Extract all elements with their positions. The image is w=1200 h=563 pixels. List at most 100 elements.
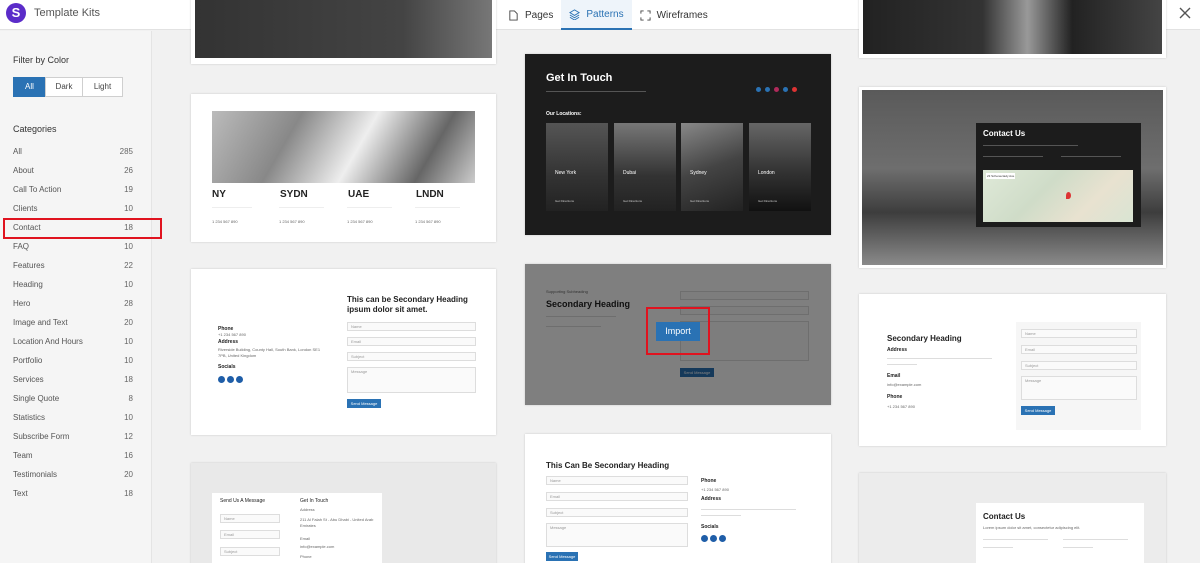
- category-name: Image and Text: [13, 318, 68, 327]
- subject-field[interactable]: Subject: [220, 547, 280, 556]
- subject-field[interactable]: Subject: [546, 508, 688, 517]
- subject-field[interactable]: Subject: [347, 352, 476, 361]
- facebook-icon[interactable]: [218, 376, 225, 383]
- send-message-button[interactable]: Send Message: [546, 552, 578, 561]
- pattern-card-contact-us-dark[interactable]: Contact Us 23 Schenectady Ave: [859, 87, 1166, 268]
- category-item[interactable]: Call To Action 19: [0, 181, 152, 200]
- facebook-icon[interactable]: [756, 87, 761, 92]
- category-count: 285: [119, 147, 133, 156]
- category-item[interactable]: Text 18: [0, 485, 152, 504]
- filter-all-button[interactable]: All: [13, 77, 46, 97]
- category-item[interactable]: Location And Hours 10: [0, 333, 152, 352]
- section-heading: This Can Be Secondary Heading: [546, 461, 670, 470]
- pattern-card-contact-us-light[interactable]: Contact Us Lorem ipsum dolor sit amet, c…: [859, 473, 1166, 563]
- category-item-contact[interactable]: Contact 18: [3, 218, 162, 239]
- tab-wireframes[interactable]: Wireframes: [632, 0, 716, 30]
- pattern-card[interactable]: [191, 0, 496, 64]
- category-count: 10: [124, 413, 133, 422]
- contact-panel: Contact Us 23 Schenectady Ave: [976, 123, 1141, 227]
- message-field[interactable]: Message: [546, 523, 688, 547]
- category-item[interactable]: Features 22: [0, 257, 152, 276]
- pattern-card-secondary-heading-2[interactable]: This Can Be Secondary Heading Name Email…: [525, 434, 831, 563]
- category-item[interactable]: Statistics 10: [0, 409, 152, 428]
- tab-pages[interactable]: Pages: [500, 0, 561, 30]
- text-placeholder: [887, 358, 992, 359]
- category-item[interactable]: Hero 28: [0, 295, 152, 314]
- category-count: 18: [124, 489, 133, 498]
- category-item[interactable]: Subscribe Form 12: [0, 428, 152, 447]
- youtube-icon[interactable]: [792, 87, 797, 92]
- import-button[interactable]: Import: [656, 322, 700, 341]
- category-count: 16: [124, 451, 133, 460]
- directions-link[interactable]: Get Directions: [555, 199, 574, 203]
- message-field[interactable]: Message: [347, 367, 476, 393]
- text-placeholder: [701, 515, 741, 516]
- directions-link[interactable]: Get Directions: [758, 199, 777, 203]
- directions-link[interactable]: Get Directions: [623, 199, 642, 203]
- name-field[interactable]: Name: [220, 514, 280, 523]
- twitter-icon[interactable]: [765, 87, 770, 92]
- instagram-icon[interactable]: [774, 87, 779, 92]
- twitter-icon[interactable]: [236, 376, 243, 383]
- send-message-button[interactable]: Send Message: [347, 399, 381, 408]
- category-item[interactable]: About 26: [0, 162, 152, 181]
- name-field[interactable]: Name: [546, 476, 688, 485]
- pattern-card-secondary-heading-3[interactable]: Secondary Heading Address Email info@exa…: [859, 294, 1166, 446]
- instagram-icon[interactable]: [227, 376, 234, 383]
- email-field[interactable]: Email: [1021, 345, 1137, 354]
- tab-label: Pages: [525, 9, 554, 21]
- category-name: Heading: [13, 280, 43, 289]
- category-count: 12: [124, 432, 133, 441]
- facebook-icon[interactable]: [701, 535, 708, 542]
- filter-dark-button[interactable]: Dark: [45, 77, 83, 97]
- filter-light-button[interactable]: Light: [82, 77, 123, 97]
- category-item[interactable]: Heading 10: [0, 276, 152, 295]
- pattern-card-hovered[interactable]: Supporting Subheading Secondary Heading …: [525, 264, 831, 405]
- name-field[interactable]: Name: [1021, 329, 1137, 338]
- pattern-card-send-message[interactable]: Send Us A Message Name Email Subject Get…: [191, 463, 496, 563]
- category-item[interactable]: Services 18: [0, 371, 152, 390]
- name-field[interactable]: Name: [347, 322, 476, 331]
- map-pin-icon: [1066, 192, 1071, 199]
- text-placeholder: [701, 509, 796, 510]
- section-title: Contact Us: [983, 512, 1026, 521]
- category-item[interactable]: All 285: [0, 143, 152, 162]
- category-item[interactable]: Clients 10: [0, 200, 152, 219]
- city-tile: New York Get Directions: [546, 123, 608, 211]
- pattern-card[interactable]: [859, 0, 1166, 58]
- page-icon: [509, 9, 518, 21]
- twitter-icon[interactable]: [719, 535, 726, 542]
- social-icons: [756, 87, 797, 92]
- map-embed[interactable]: 23 Schenectady Ave: [983, 170, 1133, 222]
- phone-label: Phone: [300, 554, 312, 559]
- email-field[interactable]: Email: [546, 492, 688, 501]
- category-count: 10: [124, 337, 133, 346]
- subject-field[interactable]: Subject: [1021, 361, 1137, 370]
- category-item[interactable]: FAQ 10: [0, 238, 152, 257]
- email-field[interactable]: Email: [220, 530, 280, 539]
- message-field[interactable]: Message: [1021, 376, 1137, 400]
- pattern-card-secondary-heading[interactable]: Phone +1 234 567 890 Address Riverside B…: [191, 269, 496, 435]
- category-item[interactable]: Image and Text 20: [0, 314, 152, 333]
- send-message-button[interactable]: Send Message: [1021, 406, 1055, 415]
- email-value: info@example.com: [300, 544, 335, 549]
- linkedin-icon[interactable]: [783, 87, 788, 92]
- address-label: Address: [218, 339, 239, 345]
- category-count: 18: [124, 223, 133, 232]
- category-item[interactable]: Team 16: [0, 447, 152, 466]
- pattern-card-get-in-touch[interactable]: Get In Touch Our Locations: New York Get…: [525, 54, 831, 235]
- sidebar: Filter by Color All Dark Light Categorie…: [0, 31, 162, 563]
- close-icon[interactable]: [1178, 6, 1192, 20]
- category-item[interactable]: Testimonials 20: [0, 466, 152, 485]
- category-name: Services: [13, 375, 44, 384]
- tab-patterns[interactable]: Patterns: [561, 0, 632, 30]
- info-title: Get In Touch: [300, 498, 329, 504]
- email-field[interactable]: Email: [347, 337, 476, 346]
- pattern-card-offices[interactable]: NY SYDN UAE LNDN 1 234 567 890 1 234 567…: [191, 94, 496, 242]
- category-item[interactable]: Portfolio 10: [0, 352, 152, 371]
- form-title: Send Us A Message: [220, 498, 266, 504]
- instagram-icon[interactable]: [710, 535, 717, 542]
- directions-link[interactable]: Get Directions: [690, 199, 709, 203]
- office-city: UAE: [348, 189, 370, 200]
- category-item[interactable]: Single Quote 8: [0, 390, 152, 409]
